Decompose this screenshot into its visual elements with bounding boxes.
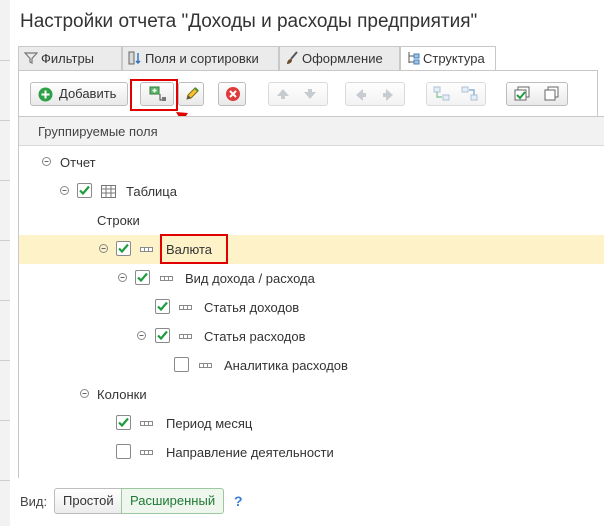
field-icon: [199, 363, 212, 368]
checkmark-icon: [118, 417, 129, 428]
annotation-highlight-button: [130, 79, 178, 111]
checkmark-icon: [157, 330, 168, 341]
plus-circle-icon: [38, 87, 53, 102]
tree-header: Группируемые поля: [19, 117, 604, 146]
checkmark-icon: [79, 185, 90, 196]
structure-icon: [408, 52, 420, 65]
tab-appearance-label: Оформление: [302, 51, 383, 66]
move-left-right-group[interactable]: [345, 82, 405, 106]
move-right-icon: [383, 89, 393, 101]
grouping-fields-tree: Группируемые поля Отчет Таблица Строки В…: [18, 116, 604, 478]
tree-row-income-item[interactable]: Статья доходов: [19, 293, 604, 322]
group-ungroup-group[interactable]: [426, 82, 486, 106]
tree-row-label: Колонки: [97, 387, 147, 402]
ungroup-icon: [461, 86, 478, 101]
regroup-icon: [433, 86, 450, 101]
delete-icon: [226, 87, 240, 101]
tree-row-activity-direction[interactable]: Направление деятельности: [19, 438, 604, 467]
view-extended-button[interactable]: Расширенный: [121, 488, 225, 514]
checkbox[interactable]: [135, 270, 150, 285]
view-label: Вид:: [20, 494, 48, 509]
checkbox[interactable]: [116, 444, 131, 459]
move-down-icon: [304, 89, 316, 99]
add-button[interactable]: Добавить: [30, 82, 128, 106]
checkbox[interactable]: [155, 299, 170, 314]
tree-row-label: Статья расходов: [204, 329, 306, 344]
annotation-highlight-field: [160, 234, 228, 264]
tab-appearance[interactable]: Оформление: [279, 46, 400, 70]
checkbox[interactable]: [155, 328, 170, 343]
checkmark-icon: [137, 272, 148, 283]
move-up-icon: [277, 89, 289, 99]
delete-button[interactable]: [218, 82, 246, 106]
check-all-icon: [514, 86, 530, 101]
tree-row-table[interactable]: Таблица: [19, 177, 604, 206]
collapse-icon: [118, 273, 127, 282]
checkbox[interactable]: [174, 357, 189, 372]
window-title: Настройки отчета "Доходы и расходы предп…: [20, 11, 478, 32]
help-icon[interactable]: ?: [234, 493, 243, 509]
tree-row-label: Таблица: [126, 184, 177, 199]
tab-structure[interactable]: Структура: [400, 46, 496, 72]
tree-row-label: Отчет: [60, 155, 96, 170]
tab-structure-label: Структура: [423, 51, 485, 66]
tab-bar: Фильтры Поля и сортировки Оформление Стр…: [18, 46, 598, 72]
table-icon: [101, 185, 116, 198]
checkbox[interactable]: [116, 415, 131, 430]
tree-row-report[interactable]: Отчет: [19, 148, 604, 177]
view-simple-button[interactable]: Простой: [54, 488, 123, 514]
field-icon: [140, 247, 153, 252]
tree-row-columns[interactable]: Колонки: [19, 380, 604, 409]
edit-button[interactable]: [178, 82, 204, 106]
tab-fields-sort-label: Поля и сортировки: [145, 51, 259, 66]
checkbox[interactable]: [116, 241, 131, 256]
brush-icon: [287, 51, 298, 64]
field-icon: [179, 305, 192, 310]
tree-header-label: Группируемые поля: [38, 124, 158, 139]
collapse-icon: [60, 186, 69, 195]
tree-row-expense-item[interactable]: Статья расходов: [19, 322, 604, 351]
add-button-label: Добавить: [59, 86, 117, 101]
tree-row-label: Статья доходов: [204, 300, 300, 315]
tab-fields-sort[interactable]: Поля и сортировки: [122, 46, 279, 70]
tree-row-label: Строки: [97, 213, 140, 228]
move-left-icon: [356, 89, 366, 101]
checkmark-icon: [157, 301, 168, 312]
check-copy-group[interactable]: [506, 82, 568, 106]
pencil-icon: [186, 87, 199, 100]
tree-row-income-expense-type[interactable]: Вид дохода / расхода: [19, 264, 604, 293]
collapse-icon: [99, 244, 108, 253]
tree-row-period-month[interactable]: Период месяц: [19, 409, 604, 438]
tree-row-expense-analytics[interactable]: Аналитика расходов: [19, 351, 604, 380]
copy-icon: [544, 86, 559, 101]
fields-sort-icon: [128, 51, 141, 65]
move-up-down-group[interactable]: [268, 82, 328, 106]
tree-row-label: Направление деятельности: [166, 445, 334, 460]
field-icon: [160, 276, 173, 281]
tree-row-label: Период месяц: [166, 416, 253, 431]
collapse-icon: [42, 157, 51, 166]
tree-row-currency[interactable]: Валюта: [19, 235, 604, 264]
tab-filters[interactable]: Фильтры: [18, 46, 122, 70]
tree-row-rows[interactable]: Строки: [19, 206, 604, 235]
checkbox[interactable]: [77, 183, 92, 198]
tree-row-label: Аналитика расходов: [224, 358, 348, 373]
checkmark-icon: [118, 243, 129, 254]
tab-filters-label: Фильтры: [41, 51, 95, 66]
field-icon: [140, 450, 153, 455]
field-icon: [140, 421, 153, 426]
field-icon: [179, 334, 192, 339]
tree-row-label: Вид дохода / расхода: [185, 271, 315, 286]
collapse-icon: [80, 389, 89, 398]
funnel-icon: [24, 52, 38, 64]
collapse-icon: [137, 331, 146, 340]
